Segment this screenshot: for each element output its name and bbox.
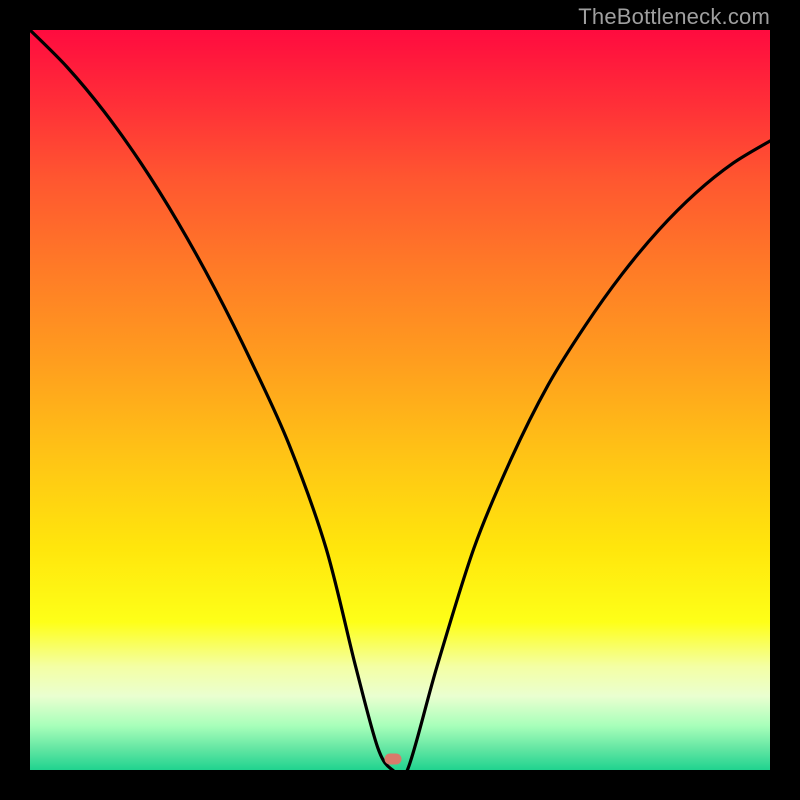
bottleneck-curve: [30, 30, 770, 770]
chart-frame: TheBottleneck.com: [0, 0, 800, 800]
watermark-text: TheBottleneck.com: [578, 4, 770, 30]
optimal-point-marker: [384, 753, 401, 764]
plot-area: [30, 30, 770, 770]
